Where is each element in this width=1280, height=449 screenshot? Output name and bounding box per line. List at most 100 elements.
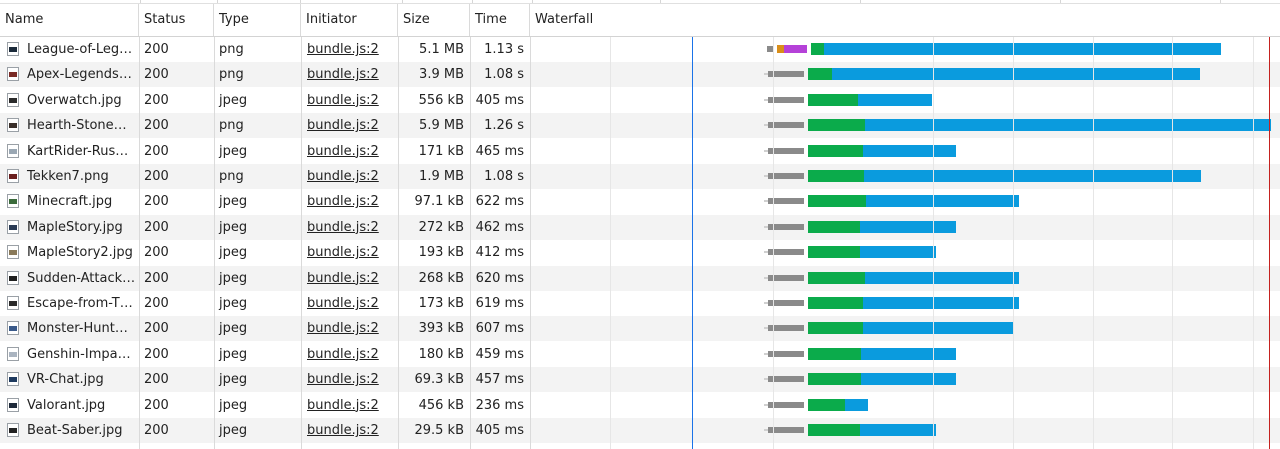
request-time: 1.13 s	[484, 42, 524, 57]
waiting-ttfb-bar	[808, 398, 845, 411]
content-download-bar	[860, 220, 956, 233]
table-row[interactable]: KartRider-Rus… 200 jpeg bundle.js:2 171 kB 46…	[0, 139, 1280, 164]
table-row[interactable]: Beat-Saber.jpg 200 jpeg bundle.js:2 29.5 kB 4…	[0, 418, 1280, 443]
request-name: League-of-Leg…	[27, 42, 133, 57]
ruler-tick	[300, 0, 301, 3]
network-panel: Name Status Type Initiator Size Time Wat…	[0, 0, 1280, 449]
waterfall-gridline	[1253, 37, 1254, 449]
initiator-link[interactable]: bundle.js:2	[301, 215, 398, 240]
column-divider	[301, 37, 302, 449]
table-row[interactable]: Monster-Hunt… 200 jpeg bundle.js:2 393 kB 607…	[0, 316, 1280, 342]
transfer-size: 268 kB	[418, 270, 464, 286]
waiting-ttfb-bar	[808, 322, 863, 335]
table-row[interactable]: Sudden-Attack… 200 jpeg bundle.js:2 268 kB 62…	[0, 265, 1280, 291]
resource-type: png	[219, 169, 244, 184]
table-row[interactable]: MapleStory2.jpg 200 jpeg bundle.js:2 193 kB 4…	[0, 240, 1280, 265]
waiting-ttfb-bar	[808, 195, 866, 208]
table-row[interactable]	[0, 443, 1280, 449]
column-header-name[interactable]: Name	[0, 4, 139, 36]
status-code: 200	[144, 423, 169, 438]
resource-type: jpeg	[219, 143, 248, 159]
waiting-ttfb-bar	[808, 424, 860, 436]
ruler-tick	[402, 0, 403, 3]
waiting-ttfb-bar	[808, 373, 861, 386]
table-row[interactable]: Genshin-Impa… 200 jpeg bundle.js:2 180 kB 459…	[0, 342, 1280, 367]
content-download-bar	[860, 246, 936, 259]
column-header-status[interactable]: Status	[139, 4, 214, 36]
initiator-link[interactable]: bundle.js:2	[301, 367, 398, 392]
request-time: 1.26 s	[484, 118, 524, 134]
table-row[interactable]: League-of-Leg… 200 png bundle.js:2 5.1 MB 1.1…	[0, 37, 1280, 62]
status-code: 200	[144, 296, 169, 311]
initiator-link[interactable]: bundle.js:2	[301, 418, 398, 443]
ssl-bar	[784, 45, 807, 53]
initiator-link[interactable]: bundle.js:2	[301, 139, 398, 164]
column-header-type[interactable]: Type	[214, 4, 301, 36]
initiator-link[interactable]: bundle.js:2	[301, 37, 398, 62]
request-name: Overwatch.jpg	[27, 92, 122, 108]
request-name: Escape-from-T…	[27, 296, 133, 311]
request-time: 459 ms	[475, 346, 524, 362]
resource-type	[214, 443, 301, 449]
table-row[interactable]: Hearth-Stone… 200 png bundle.js:2 5.9 MB 1.26…	[0, 113, 1280, 139]
initiator-link[interactable]: bundle.js:2	[301, 113, 398, 138]
waterfall-gridline	[1093, 37, 1094, 449]
request-name: Genshin-Impa…	[27, 346, 131, 362]
request-name	[0, 443, 139, 449]
initiator-link[interactable]: bundle.js:2	[301, 291, 398, 316]
initiator-link[interactable]: bundle.js:2	[301, 240, 398, 265]
waterfall-gridline	[773, 37, 774, 449]
initiator-link[interactable]: bundle.js:2	[301, 189, 398, 214]
table-row[interactable]: Apex-Legends… 200 png bundle.js:2 3.9 MB 1.08…	[0, 62, 1280, 88]
request-name: Sudden-Attack…	[27, 270, 136, 286]
ruler-tick	[1060, 0, 1061, 3]
table-row[interactable]: Tekken7.png 200 png bundle.js:2 1.9 MB 1.08 s	[0, 164, 1280, 189]
content-download-bar	[863, 144, 956, 157]
initiator-link[interactable]	[301, 443, 398, 449]
column-header-waterfall[interactable]: Waterfall	[530, 4, 1280, 36]
content-download-bar	[861, 347, 956, 360]
initiator-link[interactable]: bundle.js:2	[301, 88, 398, 113]
table-row[interactable]: VR-Chat.jpg 200 jpeg bundle.js:2 69.3 kB 457 …	[0, 367, 1280, 393]
transfer-size	[398, 443, 470, 449]
transfer-size: 171 kB	[418, 143, 464, 159]
request-name: MapleStory2.jpg	[27, 245, 133, 261]
ruler-tick	[140, 0, 141, 3]
status-code: 200	[144, 118, 169, 134]
initiator-link[interactable]: bundle.js:2	[301, 164, 398, 189]
status-code: 200	[144, 92, 169, 108]
initiator-link[interactable]: bundle.js:2	[301, 266, 398, 291]
initiator-link[interactable]: bundle.js:2	[301, 62, 398, 87]
column-divider	[530, 37, 531, 449]
status-code: 200	[144, 67, 169, 83]
ruler-tick	[217, 0, 218, 3]
table-row[interactable]: Minecraft.jpg 200 jpeg bundle.js:2 97.1 kB 62…	[0, 189, 1280, 214]
transfer-size: 556 kB	[418, 92, 464, 108]
column-header-size[interactable]: Size	[398, 4, 470, 36]
request-time: 607 ms	[475, 321, 524, 337]
table-row[interactable]: MapleStory.jpg 200 jpeg bundle.js:2 272 kB 46…	[0, 214, 1280, 240]
initiator-link[interactable]: bundle.js:2	[301, 393, 398, 418]
table-row[interactable]: Valorant.jpg 200 jpeg bundle.js:2 456 kB 236 …	[0, 393, 1280, 418]
status-code: 200	[144, 321, 169, 337]
transfer-size: 97.1 kB	[414, 194, 464, 210]
request-name: Minecraft.jpg	[27, 194, 113, 210]
request-name: Monster-Hunt…	[27, 321, 128, 337]
initiator-link[interactable]: bundle.js:2	[301, 316, 398, 341]
table-row[interactable]: Overwatch.jpg 200 jpeg bundle.js:2 556 kB 405…	[0, 88, 1280, 113]
waterfall-gridline	[610, 37, 611, 449]
request-time: 405 ms	[475, 92, 524, 108]
waiting-ttfb-bar	[808, 297, 863, 309]
dom-content-loaded-line	[692, 37, 693, 449]
content-download-bar	[864, 170, 1201, 182]
column-header-initiator[interactable]: Initiator	[301, 4, 398, 36]
column-header-time[interactable]: Time	[470, 4, 530, 36]
resource-type: png	[219, 118, 244, 134]
ruler-tick	[472, 0, 473, 3]
ruler-tick	[860, 0, 861, 3]
status-code	[139, 443, 214, 449]
content-download-bar	[845, 398, 868, 411]
request-name: Valorant.jpg	[27, 397, 106, 413]
table-row[interactable]: Escape-from-T… 200 jpeg bundle.js:2 173 kB 61…	[0, 291, 1280, 316]
initiator-link[interactable]: bundle.js:2	[301, 342, 398, 367]
